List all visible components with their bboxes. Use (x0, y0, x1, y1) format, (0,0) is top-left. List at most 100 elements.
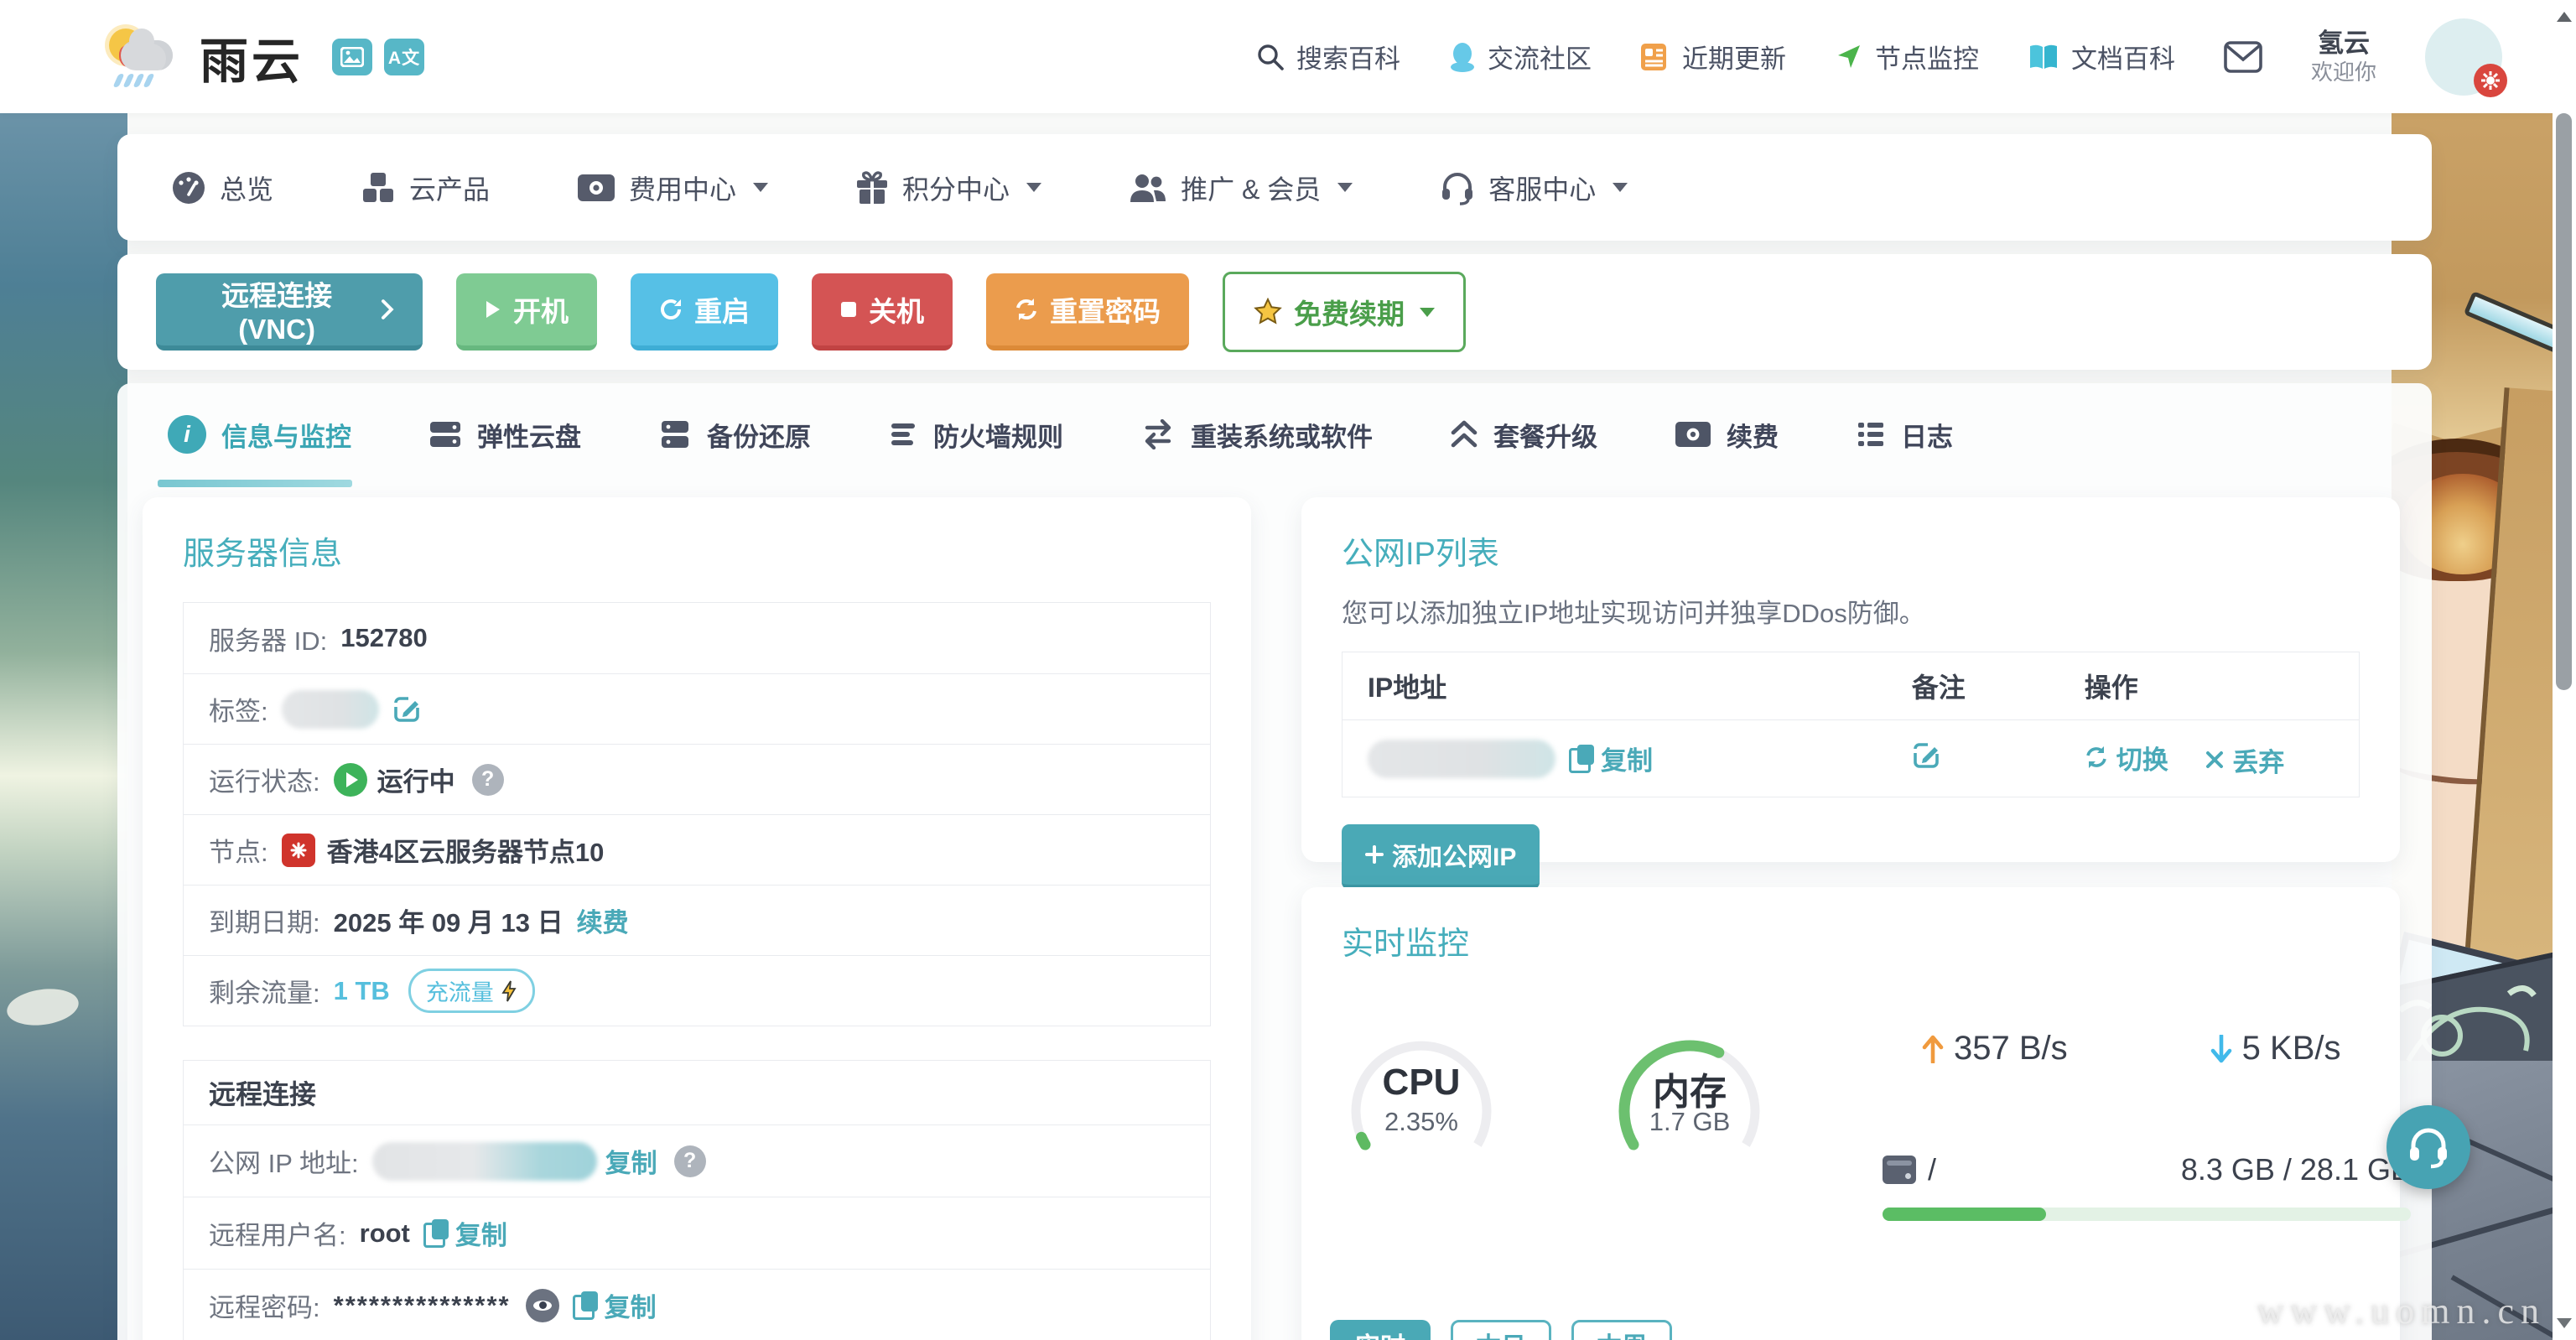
angle-double-up-icon (1450, 419, 1478, 449)
tasks-icon (1856, 419, 1886, 449)
chevron-down-icon (1337, 183, 1353, 192)
nav-overview[interactable]: 总览 (171, 169, 273, 207)
server-info-panel: 服务器信息 服务器 ID: 152780 标签: 运行状态: 运行中 ? 节点: (143, 497, 1251, 1340)
translate-icon[interactable]: A文 (384, 39, 424, 75)
reboot-button[interactable]: 重启 (631, 273, 778, 351)
tab-plan-upgrade[interactable]: 套餐升级 (1450, 415, 1597, 454)
scrollbar[interactable] (2553, 0, 2576, 1340)
nav-promotion-membership[interactable]: 推广 & 会员 (1129, 169, 1353, 207)
remote-username-value: root (360, 1218, 410, 1249)
col-ip: IP地址 (1343, 667, 1912, 705)
ip-help-icon[interactable]: ? (674, 1145, 706, 1177)
edit-note-icon[interactable] (1912, 741, 1940, 770)
nav-support-center[interactable]: 客服中心 (1440, 169, 1628, 207)
tab-reinstall[interactable]: 重装系统或软件 (1140, 415, 1373, 454)
arrow-up-icon (1922, 1035, 1944, 1063)
watermark: www.uomn.cn (2257, 1290, 2546, 1332)
copy-ip-link[interactable]: 复制 (605, 1142, 657, 1180)
avatar[interactable] (2425, 18, 2502, 96)
time-range-buttons: 实时 本日 本周 (1330, 1320, 1672, 1340)
server-icon (658, 418, 692, 450)
scroll-down-arrow-icon[interactable] (2557, 1318, 2572, 1328)
copy-ip-link[interactable]: 复制 (1601, 740, 1653, 777)
monitoring-panel: 实时监控 CPU 2.35% 内存 1.7 GB (1301, 887, 2400, 1340)
copy-user-link[interactable]: 复制 (455, 1214, 507, 1252)
headset-icon (1440, 170, 1475, 205)
expire-value: 2025 年 09 月 13 日 (334, 901, 564, 939)
exchange-icon (1140, 419, 1176, 449)
logo[interactable]: 雨云 (107, 22, 304, 92)
tab-backup-restore[interactable]: 备份还原 (658, 415, 811, 454)
add-public-ip-button[interactable]: 添加公网IP (1342, 824, 1540, 890)
remote-title-row: 远程连接 (184, 1061, 1210, 1124)
star-icon (1254, 298, 1282, 326)
running-status-icon (334, 763, 367, 797)
disk-mount: / (1928, 1152, 1936, 1187)
copy-icon[interactable] (573, 1291, 598, 1320)
chevron-right-icon (381, 299, 394, 320)
close-icon (2205, 751, 2224, 769)
copy-icon[interactable] (1569, 745, 1594, 773)
range-realtime-button[interactable]: 实时 (1330, 1320, 1431, 1340)
mail-button[interactable] (2224, 41, 2262, 73)
renew-link[interactable]: 续费 (577, 901, 629, 939)
search-icon (1256, 43, 1285, 71)
gauges: CPU 2.35% 内存 1.7 GB (1342, 1013, 1769, 1172)
console-nav: 总览 云产品 费用中心 积分中心 推广 & 会员 (117, 134, 2432, 241)
server-id-value: 152780 (340, 623, 427, 653)
scrollbar-thumb[interactable] (2556, 113, 2572, 690)
shutdown-button[interactable]: 关机 (812, 273, 953, 351)
download-speed: 5 KB/s (2210, 1030, 2341, 1067)
nav-cloud-products[interactable]: 云产品 (361, 169, 490, 207)
status-help-icon[interactable]: ? (472, 764, 504, 796)
discard-ip-button[interactable]: 丢弃 (2205, 741, 2284, 779)
nav-billing-center[interactable]: 费用中心 (577, 169, 768, 207)
reset-password-button[interactable]: 重置密码 (986, 273, 1189, 351)
server-info-table: 服务器 ID: 152780 标签: 运行状态: 运行中 ? 节点: (183, 602, 1211, 1026)
tab-renew[interactable]: 续费 (1675, 415, 1779, 454)
free-renew-button[interactable]: 免费续期 (1223, 272, 1466, 352)
tab-elastic-disk[interactable]: 弹性云盘 (428, 415, 581, 454)
recharge-traffic-badge[interactable]: 充流量 (408, 969, 535, 1013)
nav-node-monitor[interactable]: 节点监控 (1835, 38, 1979, 75)
eye-icon[interactable] (526, 1289, 559, 1322)
settings-gear-icon[interactable] (2474, 64, 2507, 97)
customer-support-float-button[interactable] (2386, 1105, 2470, 1189)
row-server-id: 服务器 ID: 152780 (184, 603, 1210, 673)
remote-password-masked: *************** (334, 1291, 511, 1321)
range-today-button[interactable]: 本日 (1451, 1320, 1551, 1340)
redo-icon (659, 298, 683, 321)
panel-title: 实时监控 (1342, 917, 2360, 963)
vnc-connect-button[interactable]: 远程连接(VNC) (156, 273, 423, 351)
logo-text: 雨云 (200, 22, 304, 92)
scroll-up-arrow-icon[interactable] (2557, 12, 2572, 22)
tab-logs[interactable]: 日志 (1856, 415, 1953, 454)
edit-icon[interactable] (392, 695, 421, 724)
tab-firewall-rules[interactable]: 防火墙规则 (888, 415, 1063, 454)
page: 雨云 A文 搜索百科 交流社区 (0, 0, 2576, 1340)
copy-icon[interactable] (423, 1219, 449, 1248)
user-info[interactable]: 氢云 欢迎你 (2311, 28, 2376, 85)
tab-info-monitoring[interactable]: i 信息与监控 (168, 415, 351, 454)
disk-usage: 8.3 GB / 28.1 GB (2181, 1152, 2411, 1187)
nav-docs[interactable]: 文档百科 (2028, 38, 2175, 75)
cubes-icon (361, 170, 396, 205)
nav-recent-updates[interactable]: 近期更新 (1640, 38, 1786, 75)
hdd-icon (1883, 1156, 1916, 1184)
range-week-button[interactable]: 本周 (1571, 1320, 1672, 1340)
tab-bar: i 信息与监控 弹性云盘 备份还原 防火墙规则 重装系统或软件 (168, 415, 1953, 454)
location-arrow-icon (1835, 43, 1863, 71)
switch-ip-button[interactable]: 切换 (2085, 739, 2168, 776)
plus-icon (1365, 845, 1384, 864)
copy-password-link[interactable]: 复制 (605, 1286, 657, 1324)
upload-speed: 357 B/s (1922, 1030, 2068, 1067)
public-ip-description: 您可以添加独立IP地址实现访问并独享DDos防御。 (1342, 592, 2360, 630)
cpu-label: CPU (1342, 1062, 1501, 1104)
headset-icon (2406, 1124, 2451, 1170)
nav-community[interactable]: 交流社区 (1449, 38, 1592, 75)
nav-points-center[interactable]: 积分中心 (855, 169, 1041, 207)
nav-search-wiki[interactable]: 搜索百科 (1256, 38, 1400, 75)
power-on-button[interactable]: 开机 (456, 273, 597, 351)
gallery-icon[interactable] (332, 39, 372, 75)
row-tag: 标签: (184, 673, 1210, 744)
